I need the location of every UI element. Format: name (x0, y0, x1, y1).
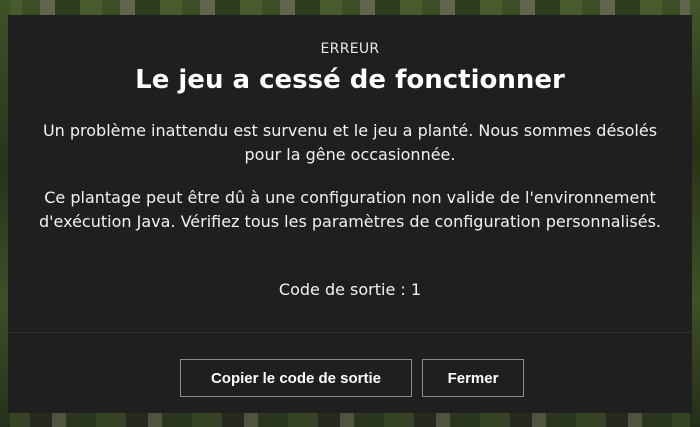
background-top-edge (0, 0, 700, 16)
copy-exit-code-button[interactable]: Copier le code de sortie (180, 359, 412, 397)
dialog-footer: Copier le code de sortie Fermer (8, 333, 692, 413)
exit-code-text: Code de sortie : 1 (278, 280, 422, 299)
dialog-message: Un problème inattendu est survenu et le … (42, 121, 658, 164)
dialog-body: ERREUR Le jeu a cessé de fonctionner Un … (8, 15, 692, 333)
dialog-eyebrow: ERREUR (320, 41, 380, 57)
crash-dialog: ERREUR Le jeu a cessé de fonctionner Un … (8, 15, 692, 413)
dialog-hint: Ce plantage peut être dû à une configura… (38, 188, 661, 231)
close-button[interactable]: Fermer (422, 359, 524, 397)
dialog-title: Le jeu a cessé de fonctionner (135, 65, 565, 95)
